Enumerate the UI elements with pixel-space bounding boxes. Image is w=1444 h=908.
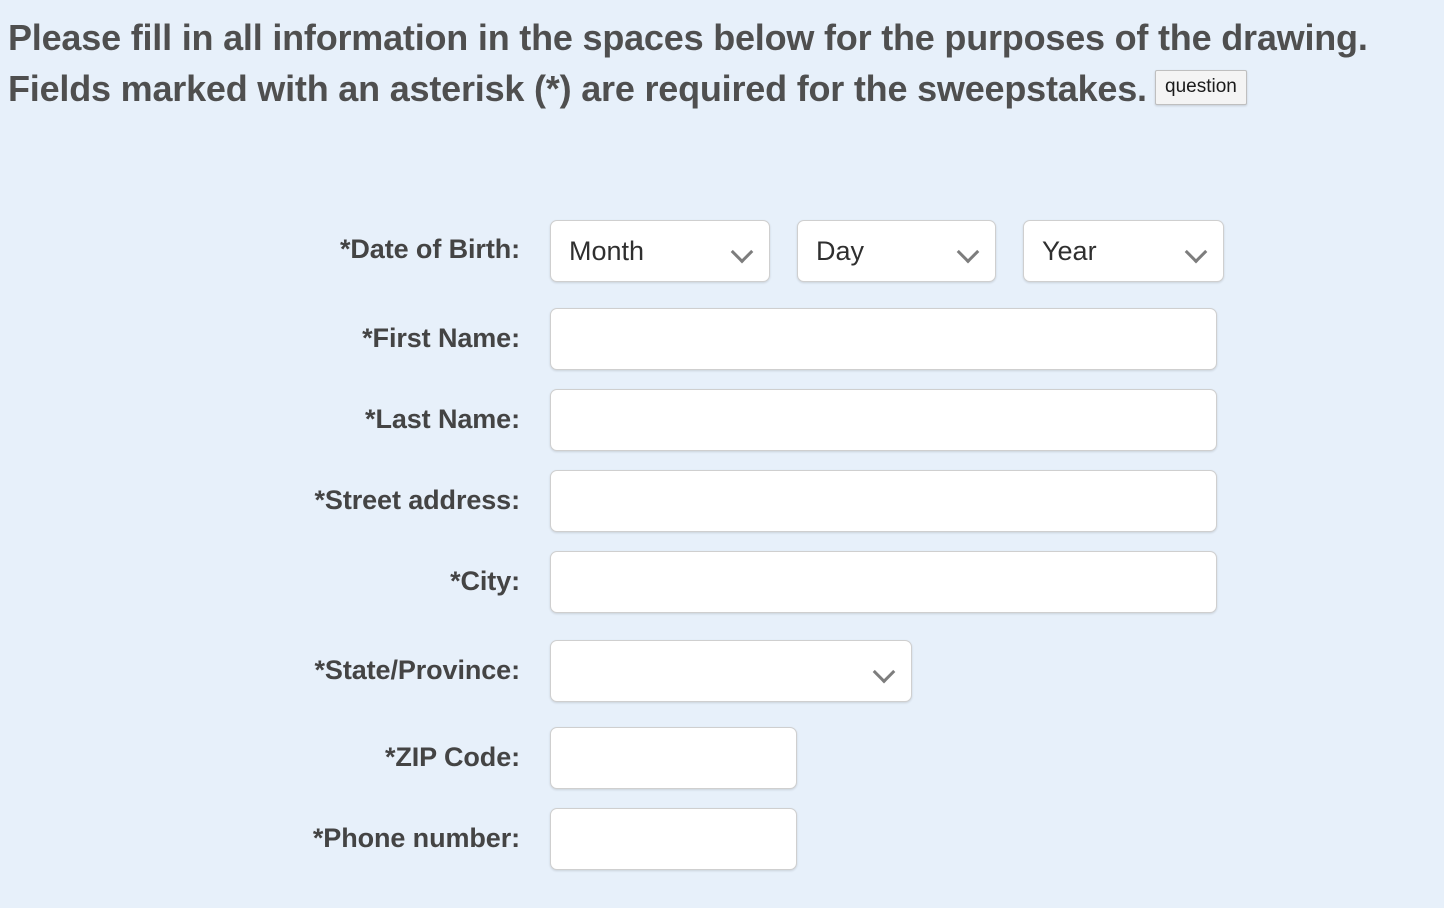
sweepstakes-form: *Date of Birth: Month Day Year *First Na…	[0, 210, 1444, 870]
month-select[interactable]: Month	[550, 220, 770, 282]
label-zip-code: *ZIP Code:	[0, 727, 520, 773]
zip-code-input[interactable]	[550, 727, 797, 789]
first-name-input[interactable]	[550, 308, 1217, 370]
last-name-fields	[520, 389, 1444, 451]
date-of-birth-fields: Month Day Year	[520, 220, 1444, 282]
phone-number-input[interactable]	[550, 808, 797, 870]
label-city: *City:	[0, 551, 520, 597]
phone-number-fields	[520, 808, 1444, 870]
form-row-city: *City:	[0, 551, 1444, 613]
form-row-first-name: *First Name:	[0, 308, 1444, 370]
chevron-down-icon	[1185, 240, 1207, 262]
city-input[interactable]	[550, 551, 1217, 613]
street-address-input[interactable]	[550, 470, 1217, 532]
form-row-phone-number: *Phone number:	[0, 808, 1444, 870]
form-row-street-address: *Street address:	[0, 470, 1444, 532]
form-row-state-province: *State/Province:	[0, 640, 1444, 702]
month-select-value: Month	[569, 236, 723, 267]
question-tooltip: question	[1155, 70, 1247, 105]
year-select[interactable]: Year	[1023, 220, 1224, 282]
form-row-last-name: *Last Name:	[0, 389, 1444, 451]
label-first-name: *First Name:	[0, 308, 520, 354]
first-name-fields	[520, 308, 1444, 370]
chevron-down-icon	[957, 240, 979, 262]
label-state-province: *State/Province:	[0, 640, 520, 686]
year-select-value: Year	[1042, 236, 1177, 267]
day-select-value: Day	[816, 236, 949, 267]
label-street-address: *Street address:	[0, 470, 520, 516]
chevron-down-icon	[731, 240, 753, 262]
label-phone-number: *Phone number:	[0, 808, 520, 854]
chevron-down-icon	[873, 660, 895, 682]
form-row-zip-code: *ZIP Code:	[0, 727, 1444, 789]
state-province-select[interactable]	[550, 640, 912, 702]
form-row-date-of-birth: *Date of Birth: Month Day Year	[0, 220, 1444, 282]
street-address-fields	[520, 470, 1444, 532]
label-date-of-birth: *Date of Birth:	[0, 220, 520, 265]
state-province-fields	[520, 640, 1444, 702]
last-name-input[interactable]	[550, 389, 1217, 451]
day-select[interactable]: Day	[797, 220, 996, 282]
label-last-name: *Last Name:	[0, 389, 520, 435]
city-fields	[520, 551, 1444, 613]
zip-code-fields	[520, 727, 1444, 789]
